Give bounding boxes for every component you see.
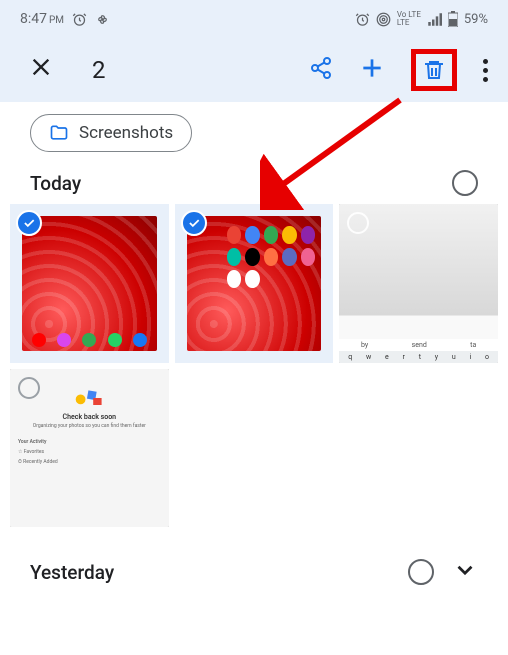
select-all-yesterday[interactable] xyxy=(408,559,434,585)
share-icon xyxy=(309,56,333,80)
battery-pct: 59% xyxy=(464,12,488,27)
check-icon xyxy=(181,210,207,236)
trash-icon xyxy=(422,58,446,82)
status-time: 8:47PM xyxy=(20,11,64,27)
close-icon xyxy=(30,56,52,78)
photo-4[interactable]: Check back soon Organizing your photos s… xyxy=(10,369,169,528)
section-title-yesterday: Yesterday xyxy=(30,561,390,584)
status-right: Vo LTELTE 59% xyxy=(355,11,488,27)
share-button[interactable] xyxy=(309,56,333,84)
chip-screenshots[interactable]: Screenshots xyxy=(30,114,192,152)
photo-grid: by send ta qwertyuio Check back soon Org… xyxy=(0,204,508,527)
chip-label: Screenshots xyxy=(79,123,173,143)
section-header-today: Today xyxy=(0,158,508,204)
hotspot-icon xyxy=(376,12,391,27)
selection-actions xyxy=(309,49,488,91)
alarm2-icon xyxy=(355,12,370,27)
status-left: 8:47PM xyxy=(20,11,110,27)
selection-count: 2 xyxy=(92,56,106,84)
close-button[interactable] xyxy=(30,55,52,85)
expand-yesterday[interactable] xyxy=(452,557,478,587)
folder-icon xyxy=(49,123,69,143)
photo-2[interactable] xyxy=(175,204,334,363)
alarm-icon xyxy=(72,12,87,27)
photo-1[interactable] xyxy=(10,204,169,363)
status-bar: 8:47PM Vo LTELTE 59% xyxy=(0,0,508,38)
fan-icon xyxy=(95,12,110,27)
section-header-yesterday: Yesterday xyxy=(0,527,508,597)
shapes-icon xyxy=(75,389,103,407)
filter-row: Screenshots xyxy=(0,102,508,158)
select-all-today[interactable] xyxy=(452,170,478,196)
delete-button[interactable] xyxy=(411,49,457,91)
selection-bar: 2 xyxy=(0,38,508,102)
unselected-ring xyxy=(18,377,40,399)
chevron-down-icon xyxy=(452,557,478,583)
overflow-button[interactable] xyxy=(483,59,488,82)
lte-icon: Vo LTELTE xyxy=(397,11,421,27)
photo-3[interactable]: by send ta qwertyuio xyxy=(339,204,498,363)
battery-icon xyxy=(448,11,458,27)
add-button[interactable] xyxy=(359,55,385,85)
plus-icon xyxy=(359,55,385,81)
signal-icon xyxy=(427,12,442,27)
section-title-today: Today xyxy=(30,172,81,195)
check-icon xyxy=(16,210,42,236)
